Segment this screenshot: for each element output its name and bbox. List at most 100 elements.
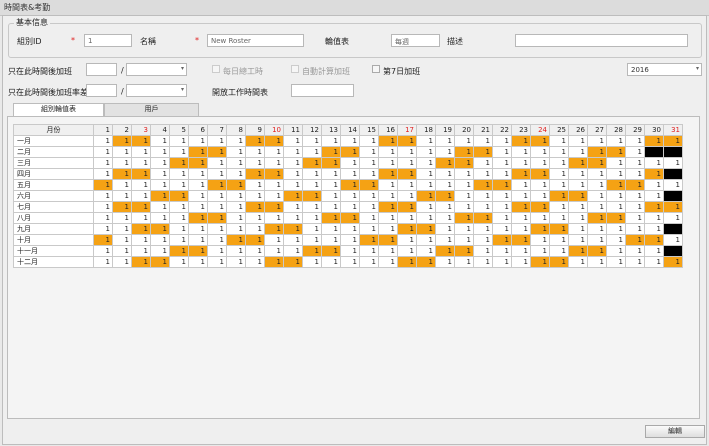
day-cell[interactable]: 1 (606, 168, 626, 180)
day-cell[interactable]: 1 (530, 157, 550, 169)
day-cell[interactable]: 1 (321, 212, 341, 224)
day-cell[interactable]: 1 (511, 212, 531, 224)
day-cell[interactable]: 1 (473, 168, 493, 180)
day-cell[interactable]: 1 (283, 179, 303, 191)
day-cell[interactable]: 1 (340, 256, 360, 268)
day-cell[interactable]: 1 (131, 146, 151, 158)
day-cell[interactable]: 1 (245, 135, 265, 147)
day-cell[interactable]: 1 (264, 135, 284, 147)
day-cell[interactable]: 1 (302, 179, 322, 191)
day-cell[interactable]: 1 (378, 168, 398, 180)
day-cell[interactable]: 1 (340, 146, 360, 158)
day-cell[interactable]: 1 (416, 245, 436, 257)
day-cell[interactable]: 1 (511, 256, 531, 268)
day-cell[interactable]: 1 (150, 201, 170, 213)
day-cell[interactable]: 1 (245, 179, 265, 191)
day-cell[interactable]: 1 (549, 146, 569, 158)
day-cell[interactable]: 1 (359, 179, 379, 191)
day-cell[interactable]: 1 (606, 135, 626, 147)
day-cell[interactable]: 1 (226, 135, 246, 147)
day-cell[interactable]: 1 (568, 212, 588, 224)
day-cell[interactable]: 1 (416, 201, 436, 213)
day-cell[interactable]: 1 (169, 234, 189, 246)
day-cell[interactable]: 1 (568, 245, 588, 257)
year-select[interactable]: 2016 ▾ (627, 63, 702, 76)
day-cell[interactable]: 1 (131, 190, 151, 202)
day-cell[interactable]: 1 (112, 157, 132, 169)
day-cell[interactable]: 1 (359, 146, 379, 158)
day-cell[interactable]: 1 (625, 201, 645, 213)
day-cell[interactable]: 1 (321, 256, 341, 268)
day-cell[interactable]: 1 (454, 190, 474, 202)
day-cell[interactable]: 1 (530, 135, 550, 147)
day-cell[interactable]: 1 (454, 201, 474, 213)
day-cell[interactable]: 1 (644, 168, 664, 180)
day-cell[interactable]: 1 (454, 245, 474, 257)
day-cell[interactable]: 1 (606, 179, 626, 191)
day-cell[interactable]: 1 (511, 234, 531, 246)
day-cell[interactable]: 1 (530, 146, 550, 158)
day-cell[interactable]: 1 (207, 212, 227, 224)
day-cell[interactable]: 1 (112, 146, 132, 158)
day-cell[interactable]: 1 (511, 223, 531, 235)
day-cell[interactable]: 1 (321, 223, 341, 235)
day-cell[interactable]: 1 (473, 256, 493, 268)
day-cell[interactable]: 1 (359, 168, 379, 180)
day-cell[interactable]: 1 (397, 256, 417, 268)
day-cell[interactable]: 1 (264, 234, 284, 246)
day-cell[interactable]: 1 (264, 201, 284, 213)
day-cell[interactable]: 1 (511, 179, 531, 191)
day-cell[interactable]: 1 (625, 157, 645, 169)
day-cell[interactable]: 1 (587, 168, 607, 180)
day-cell[interactable]: 1 (226, 223, 246, 235)
day-cell[interactable]: 1 (606, 146, 626, 158)
day-cell[interactable]: 1 (131, 234, 151, 246)
day-cell[interactable]: 1 (473, 190, 493, 202)
day-cell[interactable]: 1 (397, 135, 417, 147)
day-cell[interactable]: 1 (150, 234, 170, 246)
day-cell[interactable]: 1 (587, 157, 607, 169)
day-cell[interactable]: 1 (625, 168, 645, 180)
day-cell[interactable]: 1 (568, 234, 588, 246)
day-cell[interactable]: 1 (150, 157, 170, 169)
day-cell[interactable]: 1 (625, 135, 645, 147)
day-cell[interactable]: 1 (169, 223, 189, 235)
day-cell[interactable]: 1 (188, 245, 208, 257)
day-cell[interactable]: 1 (511, 146, 531, 158)
day-cell[interactable]: 1 (435, 157, 455, 169)
day-cell[interactable]: 1 (625, 234, 645, 246)
day-cell[interactable]: 1 (112, 223, 132, 235)
day-cell[interactable]: 1 (625, 212, 645, 224)
day-cell[interactable]: 1 (340, 201, 360, 213)
day-cell[interactable]: 1 (435, 190, 455, 202)
day-cell[interactable]: 1 (302, 245, 322, 257)
day-cell[interactable]: 1 (549, 157, 569, 169)
day-cell[interactable]: 1 (340, 157, 360, 169)
day-cell[interactable]: 1 (207, 223, 227, 235)
day-cell[interactable]: 1 (359, 234, 379, 246)
day-cell[interactable]: 1 (606, 212, 626, 224)
day-cell[interactable]: 1 (416, 190, 436, 202)
day-cell[interactable]: 1 (644, 135, 664, 147)
day-cell[interactable]: 1 (321, 234, 341, 246)
day-cell[interactable]: 1 (549, 256, 569, 268)
day-cell[interactable]: 1 (207, 190, 227, 202)
day-cell[interactable]: 1 (207, 135, 227, 147)
day-cell[interactable]: 1 (283, 157, 303, 169)
day-cell[interactable]: 1 (112, 201, 132, 213)
day-cell[interactable]: 1 (302, 135, 322, 147)
day-cell[interactable]: 1 (321, 190, 341, 202)
day-cell[interactable]: 1 (625, 146, 645, 158)
day-cell[interactable]: 1 (416, 179, 436, 191)
day-cell[interactable]: 1 (245, 201, 265, 213)
day-cell[interactable]: 1 (644, 245, 664, 257)
day-cell[interactable]: 1 (150, 146, 170, 158)
day-cell[interactable]: 1 (207, 201, 227, 213)
day-cell[interactable]: 1 (644, 223, 664, 235)
day-cell[interactable]: 1 (226, 146, 246, 158)
day-cell[interactable]: 1 (131, 168, 151, 180)
day-cell[interactable]: 1 (93, 157, 113, 169)
day-cell[interactable]: 1 (663, 212, 683, 224)
day-cell[interactable]: 1 (473, 157, 493, 169)
ot-rate-select[interactable]: ▾ (126, 84, 187, 97)
